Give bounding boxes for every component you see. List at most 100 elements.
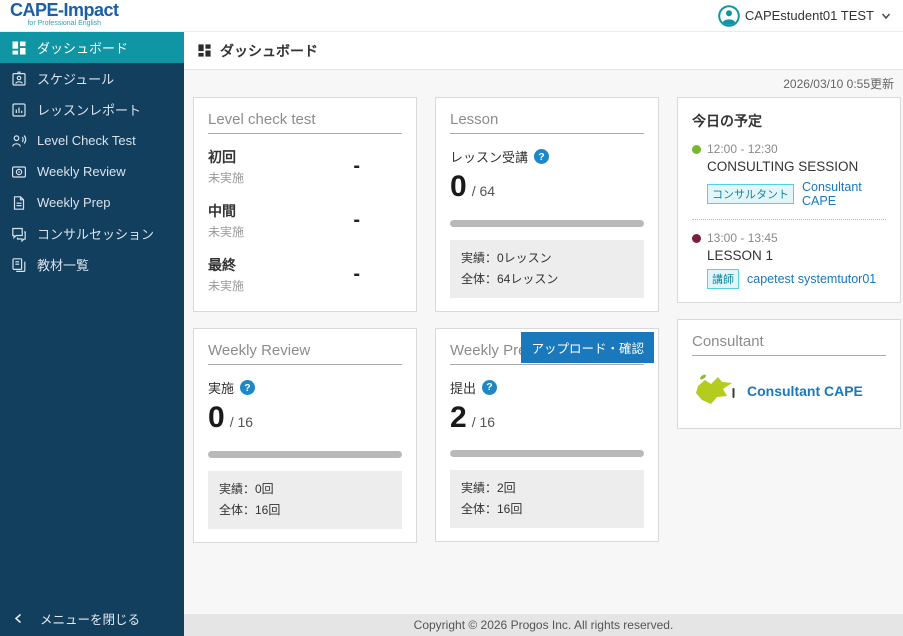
level-check-row-status: 未実施 [208,279,245,293]
consultant-card-title: Consultant [692,333,886,356]
lesson-summary: 実績：0レッスン 全体：64レッスン [450,239,644,298]
app-window: CAPE-Impact for Professional English CAP… [0,0,903,636]
level-check-row-status: 未実施 [208,225,245,239]
weekly-review-card-title: Weekly Review [208,342,402,365]
brand-name: CAPE-Impact [10,0,119,20]
level-check-card-title: Level check test [208,111,402,134]
column-3: 今日の予定 12:00 - 12:30 CONSULTING SESSION コ… [677,97,901,429]
event-name: CONSULTING SESSION [707,159,859,174]
level-check-row-status: 未実施 [208,171,245,185]
top-bar: CAPE-Impact for Professional English CAP… [0,0,903,32]
summary-line: 全体：16回 [219,502,281,517]
chevron-left-icon [14,613,22,623]
column-2: Lesson レッスン受講 ? 0 / 64 実績：0レッスン 全体：64レッス… [435,97,659,542]
today-schedule-card: 今日の予定 12:00 - 12:30 CONSULTING SESSION コ… [677,97,901,303]
sidebar-item-dashboard[interactable]: ダッシュボード [0,32,184,63]
event-person-link[interactable]: Consultant CAPE [802,180,886,208]
consultant-card: Consultant Consultant CAPE [677,319,901,429]
weekly-review-card: Weekly Review 実施 ? 0 / 16 実績：0回 全体：16回 [193,328,417,543]
level-check-row-value: - [353,155,360,177]
help-icon[interactable]: ? [240,380,256,395]
user-menu[interactable]: CAPEstudent01 TEST [718,0,891,31]
column-1: Level check test 初回 未実施 - 中間 未実施 - 最終 未実… [193,97,417,543]
level-check-row-label: 初回 [208,149,236,165]
summary-line: 全体：64レッスン [461,271,559,286]
event-person-link[interactable]: capetest systemtutor01 [747,272,876,286]
sidebar-item-lesson-report[interactable]: レッスンレポート [0,94,184,125]
sidebar-item-consult-session[interactable]: コンサルセッション [0,218,184,249]
weekly-review-total: / 16 [229,414,254,430]
weekly-review-progress-bar [208,450,402,458]
sidebar-item-weekly-review[interactable]: Weekly Review [0,156,184,187]
weekly-prep-progress-bar [450,450,644,457]
weekly-prep-summary: 実績：2回 全体：16回 [450,470,644,528]
sidebar-item-label: Level Check Test [37,133,136,148]
sidebar-item-materials[interactable]: 教材一覧 [0,249,184,280]
sidebar-item-label: 教材一覧 [37,258,90,273]
consultant-avatar [696,374,735,404]
event-divider [692,219,886,220]
footer: Copyright © 2026 Progos Inc. All rights … [184,614,903,636]
sidebar-item-label: コンサルセッション [37,227,155,242]
weekly-review-icon [12,165,27,178]
lesson-count: 0 [450,170,467,203]
weekly-review-metric-label: 実施 [208,381,235,396]
event-time: 12:00 - 12:30 [707,142,778,156]
event-name: LESSON 1 [707,248,774,263]
weekly-prep-metric-label: 提出 [450,380,477,396]
sidebar-item-weekly-prep[interactable]: Weekly Prep [0,187,184,218]
event-role-badge: コンサルタント [707,184,794,204]
page-title-bar: ダッシュボード [184,32,903,70]
event-role-badge: 講師 [707,269,739,289]
consult-session-icon [12,227,26,242]
user-avatar-icon [718,4,740,27]
summary-line: 実績：0レッスン [461,250,552,265]
level-check-row-label: 最終 [208,257,236,273]
dashboard-icon [12,41,26,54]
lesson-progress-bar [450,219,644,227]
help-icon[interactable]: ? [482,379,498,395]
schedule-event: 12:00 - 12:30 CONSULTING SESSION コンサルタント… [692,142,886,208]
user-name: CAPEstudent01 TEST [744,8,874,23]
sidebar: ダッシュボード スケジュール レッスンレポート Level Check Test… [0,32,184,636]
copyright-text: Copyright © 2026 Progos Inc. All rights … [413,618,674,632]
summary-line: 実績：2回 [461,481,516,495]
schedule-icon [12,71,26,86]
page-title: ダッシュボード [220,42,318,59]
sidebar-item-label: Weekly Prep [37,195,111,210]
level-check-row: 中間 未実施 - [208,201,402,240]
level-check-row: 初回 未実施 - [208,147,402,186]
sidebar-item-label: レッスンレポート [37,103,142,118]
dashboard-title-icon [198,44,211,57]
lesson-metric-label: レッスン受講 [450,150,529,165]
weekly-prep-total: / 16 [471,413,496,430]
level-check-row-label: 中間 [208,203,236,219]
sidebar-item-schedule[interactable]: スケジュール [0,63,184,94]
level-check-icon [12,134,27,147]
weekly-review-summary: 実績：0回 全体：16回 [208,470,402,529]
sidebar-item-label: Weekly Review [37,164,126,179]
brand-tagline: for Professional English [27,20,102,27]
upload-confirm-button[interactable]: アップロード・確認 [521,331,654,363]
consultant-name-link[interactable]: Consultant CAPE [747,383,863,399]
level-check-card: Level check test 初回 未実施 - 中間 未実施 - 最終 未実… [193,97,417,312]
weekly-prep-count: 2 [450,400,467,434]
brand-logo[interactable]: CAPE-Impact for Professional English [10,1,119,27]
level-check-row: 最終 未実施 - [208,255,402,294]
summary-line: 実績：0回 [219,481,274,496]
lesson-total: / 64 [471,183,496,199]
lesson-card-title: Lesson [450,111,644,134]
event-time: 13:00 - 13:45 [707,231,778,245]
last-updated: 2026/03/10 0:55更新 [783,77,894,91]
menu-close-label: メニューを閉じる [40,612,141,627]
sidebar-item-level-check-test[interactable]: Level Check Test [0,125,184,156]
main-area: ダッシュボード 2026/03/10 0:55更新 Level check te… [184,32,903,636]
event-status-dot [692,144,701,154]
level-check-row-value: - [353,263,360,285]
help-icon[interactable]: ? [534,149,550,164]
weekly-prep-card: アップロード・確認 Weekly Prep 提出 ? 2 / 16 実績：2回 [435,327,659,542]
menu-close-button[interactable]: メニューを閉じる [0,605,184,631]
sidebar-item-label: ダッシュボード [37,41,129,56]
chevron-down-icon [881,13,891,19]
schedule-event: 13:00 - 13:45 LESSON 1 講師 capetest syste… [692,231,886,289]
